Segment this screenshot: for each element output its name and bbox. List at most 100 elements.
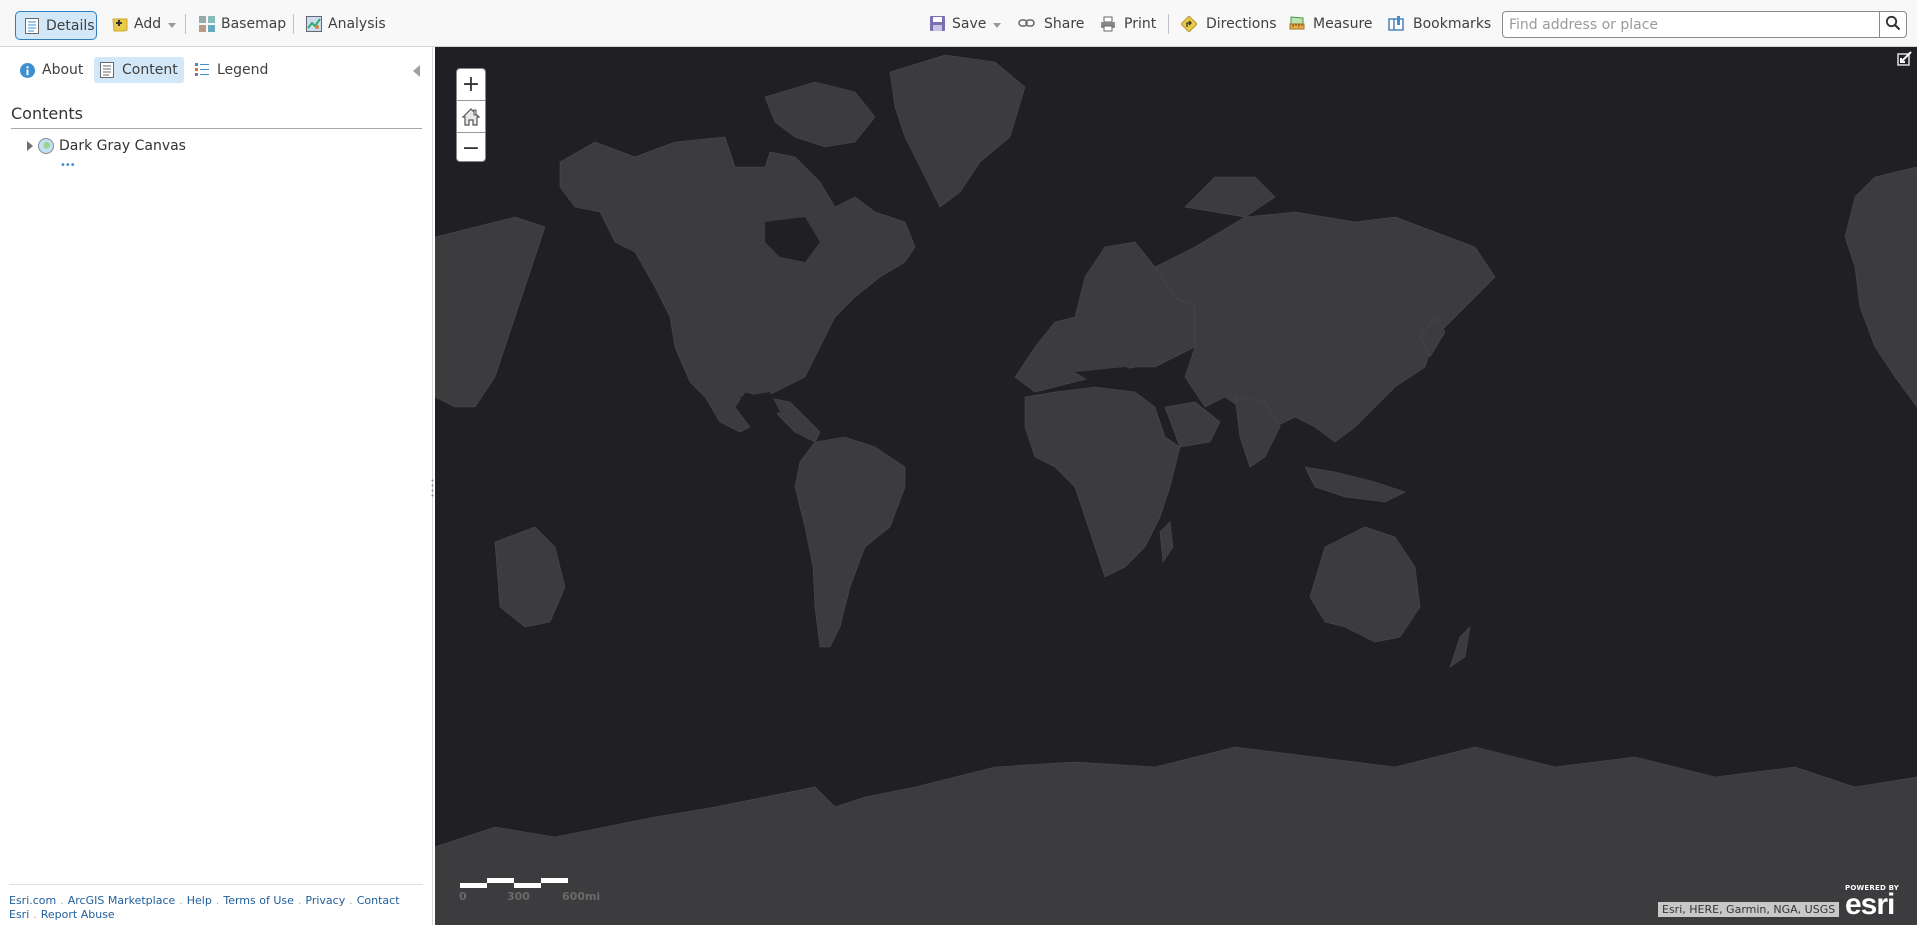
save-icon — [930, 16, 946, 32]
bookmarks-label: Bookmarks — [1413, 16, 1492, 32]
content-icon — [100, 62, 114, 78]
print-icon — [1100, 16, 1116, 32]
land-australia-west-wrap — [494, 526, 566, 628]
details-button[interactable]: Details — [15, 11, 97, 40]
basemap-button[interactable]: Basemap — [199, 13, 286, 35]
minus-icon: − — [461, 135, 481, 161]
bookmarks-icon — [1388, 16, 1404, 32]
home-icon — [461, 107, 481, 127]
chevron-down-icon — [993, 22, 1002, 28]
collapse-panel-icon[interactable] — [413, 65, 420, 77]
print-button[interactable]: Print — [1100, 13, 1156, 35]
land-africa — [1024, 386, 1181, 578]
land-madagascar — [1159, 521, 1174, 563]
scale-segment — [487, 878, 514, 883]
footer-link-terms[interactable]: Terms of Use — [223, 894, 294, 907]
map-view[interactable]: + − 0 300 600mi Esri, HERE, Garmin, NGA,… — [435, 47, 1917, 925]
share-button[interactable]: Share — [1018, 13, 1084, 35]
zoom-in-button[interactable]: + — [457, 69, 485, 100]
details-panel: About Content Legend Contents Dark Gray … — [0, 47, 433, 925]
land-indonesia — [1304, 466, 1406, 503]
details-icon — [25, 17, 39, 34]
scale-segment — [541, 878, 568, 883]
footer-separator: . — [33, 908, 37, 921]
details-label: Details — [46, 17, 95, 34]
land-north-america-east-wrap — [1844, 166, 1917, 408]
search-input[interactable] — [1503, 12, 1879, 37]
footer-separator: . — [215, 894, 220, 907]
bookmarks-button[interactable]: Bookmarks — [1388, 13, 1491, 35]
toolbar-divider — [185, 14, 186, 34]
tab-content[interactable]: Content — [94, 57, 184, 83]
save-button[interactable]: Save — [930, 13, 1002, 35]
layer-more-options[interactable]: ••• — [60, 160, 76, 171]
land-greenland — [889, 54, 1026, 208]
measure-label: Measure — [1313, 16, 1373, 32]
world-basemap — [435, 54, 1917, 925]
layer-name: Dark Gray Canvas — [59, 138, 186, 154]
esri-logo[interactable]: POWERED BY esri — [1845, 884, 1899, 920]
panel-resize-handle[interactable] — [431, 478, 434, 498]
land-asia — [1154, 211, 1496, 443]
basemap-globe-icon — [38, 138, 54, 154]
tab-content-label: Content — [122, 62, 178, 78]
toolbar-divider — [1168, 14, 1169, 34]
search-box — [1502, 11, 1907, 38]
footer-link-marketplace[interactable]: ArcGIS Marketplace — [68, 894, 176, 907]
chevron-down-icon — [168, 22, 177, 28]
print-label: Print — [1124, 16, 1157, 32]
share-icon — [1018, 16, 1036, 32]
footer-link-help[interactable]: Help — [187, 894, 212, 907]
basemap-icon — [199, 16, 215, 32]
map-attribution[interactable]: Esri, HERE, Garmin, NGA, USGS — [1658, 902, 1840, 917]
directions-icon — [1180, 15, 1198, 33]
water-gulf-of-mexico — [740, 392, 780, 419]
tab-legend-label: Legend — [217, 62, 269, 78]
land-australia — [1309, 526, 1421, 643]
tab-about-label: About — [42, 62, 84, 78]
footer-link-report-abuse[interactable]: Report Abuse — [41, 908, 115, 921]
scale-label-end: 600mi — [562, 890, 601, 903]
footer-separator: . — [349, 894, 353, 907]
expand-map-icon[interactable] — [1897, 50, 1913, 70]
tab-about[interactable]: About — [14, 57, 89, 83]
scale-label-start: 0 — [459, 890, 467, 903]
contents-heading: Contents — [11, 104, 422, 129]
land-antarctica — [435, 746, 1917, 925]
add-label: Add — [134, 16, 162, 32]
land-arabia — [1164, 401, 1221, 448]
directions-button[interactable]: Directions — [1180, 13, 1277, 35]
scale-segment — [460, 883, 487, 888]
scale-segment — [514, 883, 541, 888]
footer-links: Esri.com. ArcGIS Marketplace. Help. Terms o… — [9, 884, 423, 922]
measure-button[interactable]: Measure — [1289, 13, 1373, 35]
footer-link-esri[interactable]: Esri.com — [9, 894, 56, 907]
info-icon — [20, 62, 35, 78]
land-north-america — [559, 136, 916, 433]
add-button[interactable]: Add — [112, 13, 177, 35]
directions-label: Directions — [1206, 16, 1277, 32]
search-button[interactable] — [1879, 12, 1906, 37]
analysis-button[interactable]: Analysis — [306, 13, 386, 35]
land-siberia-north — [1184, 176, 1276, 218]
footer-separator: . — [60, 894, 64, 907]
zoom-control: + − — [456, 68, 486, 162]
land-new-zealand — [1449, 626, 1471, 668]
tab-legend[interactable]: Legend — [189, 57, 274, 83]
measure-icon — [1289, 16, 1305, 32]
top-toolbar: Details Add Basemap Analysis Save Share — [0, 0, 1917, 47]
layer-item[interactable]: Dark Gray Canvas — [27, 138, 186, 154]
footer-link-privacy[interactable]: Privacy — [305, 894, 345, 907]
zoom-out-button[interactable]: − — [457, 132, 485, 164]
analysis-label: Analysis — [328, 16, 386, 32]
land-canada-islands — [764, 81, 876, 148]
expand-triangle-icon[interactable] — [27, 141, 33, 151]
plus-icon: + — [461, 71, 481, 97]
land-asia-west-wrap — [435, 216, 546, 408]
scale-label-mid: 300 — [507, 890, 530, 903]
footer-separator: . — [179, 894, 183, 907]
share-label: Share — [1044, 16, 1085, 32]
analysis-icon — [306, 16, 322, 32]
home-button[interactable] — [457, 100, 485, 132]
legend-icon — [195, 62, 209, 78]
